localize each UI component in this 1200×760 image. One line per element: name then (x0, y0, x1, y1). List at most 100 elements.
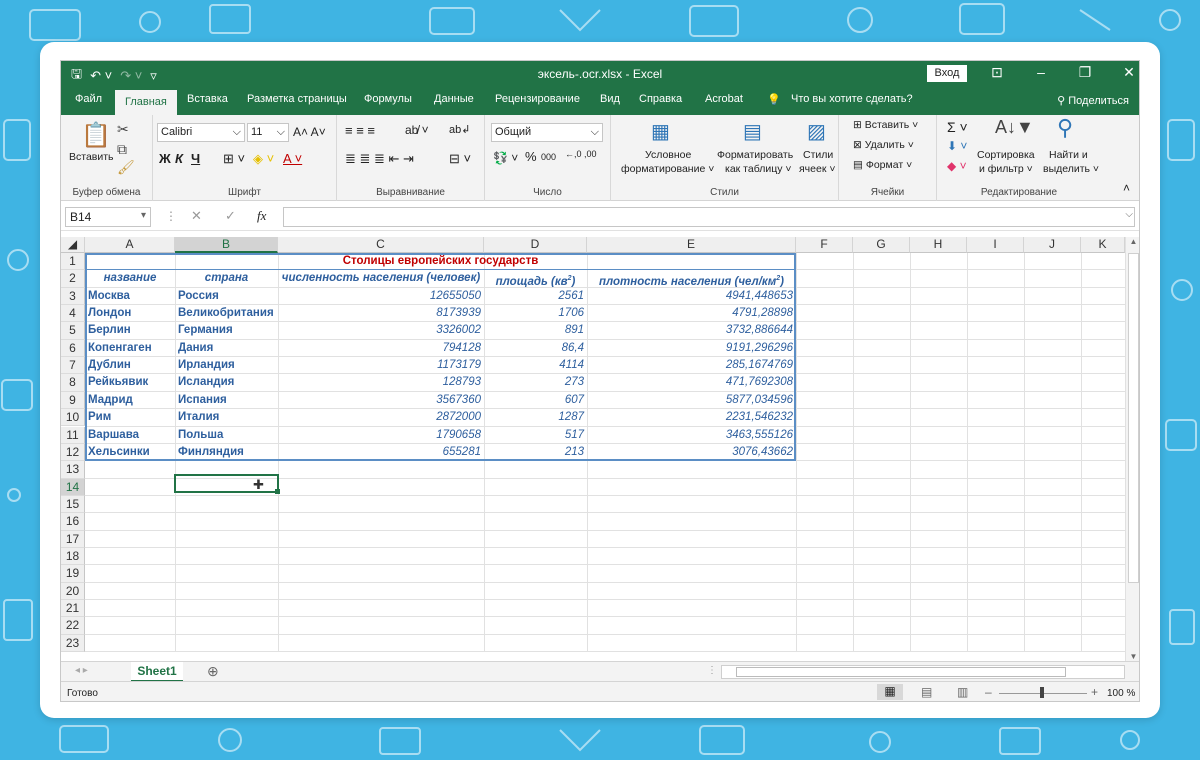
share-button[interactable]: ⚲ Поделиться (1057, 94, 1129, 107)
header-country[interactable]: страна (175, 270, 278, 287)
row-header[interactable]: 12 (61, 443, 85, 462)
h-scroll-thumb[interactable] (736, 667, 1066, 677)
formula-input[interactable] (283, 207, 1135, 227)
city-cell[interactable]: Варшава (85, 427, 175, 444)
format-table-line1[interactable]: Форматировать (717, 149, 793, 161)
fill-handle[interactable] (275, 489, 280, 494)
close-icon[interactable]: ✕ (1107, 64, 1139, 81)
merge-center-icon[interactable]: ⊟ ˅ (449, 151, 471, 167)
area-cell[interactable]: 517 (484, 427, 587, 444)
row-header[interactable]: 10 (61, 409, 85, 427)
density-cell[interactable]: 471,7692308 (587, 374, 796, 391)
row-header[interactable]: 5 (61, 322, 85, 340)
expand-formula-icon[interactable]: ⌵ (1125, 209, 1133, 220)
sheet-nav-icon[interactable]: ◂ ▸ (75, 665, 88, 676)
country-cell[interactable]: Ирландия (175, 357, 278, 374)
paste-icon[interactable]: 📋 (81, 121, 111, 150)
zoom-in-icon[interactable]: + (1091, 685, 1098, 699)
col-header-D[interactable]: D (484, 237, 587, 253)
autosum-button[interactable]: Σ ˅ (947, 119, 968, 135)
orientation-icon[interactable]: ab̸ ˅ (405, 123, 429, 137)
tell-me-input[interactable]: Что вы хотите сделать? (791, 93, 913, 105)
population-cell[interactable]: 2872000 (278, 409, 484, 426)
tab-page-layout[interactable]: Разметка страницы (247, 93, 347, 105)
percent-button[interactable]: % (525, 149, 537, 164)
col-header-A[interactable]: A (85, 237, 175, 253)
density-cell[interactable]: 4941,448653 (587, 288, 796, 305)
area-cell[interactable]: 1287 (484, 409, 587, 426)
restore-icon[interactable]: ❐ (1063, 64, 1107, 81)
vertical-scrollbar[interactable]: ▲ ▼ (1125, 237, 1139, 661)
fill-color-icon[interactable]: ◈ ˅ (253, 151, 274, 167)
population-cell[interactable]: 1173179 (278, 357, 484, 374)
page-layout-icon[interactable]: ▤ (921, 685, 932, 699)
population-cell[interactable]: 128793 (278, 374, 484, 391)
area-cell[interactable]: 86,4 (484, 340, 587, 357)
italic-button[interactable]: К (175, 151, 183, 166)
horizontal-scrollbar[interactable] (721, 665, 1125, 679)
population-cell[interactable]: 3567360 (278, 392, 484, 409)
row-header[interactable]: 14 (61, 478, 85, 496)
population-cell[interactable]: 1790658 (278, 427, 484, 444)
insert-function-button[interactable]: fx (257, 208, 266, 224)
row-header[interactable]: 1 (61, 253, 85, 271)
city-cell[interactable]: Лондон (85, 305, 175, 322)
row-header[interactable]: 8 (61, 374, 85, 392)
tab-data[interactable]: Данные (434, 93, 474, 105)
row-header[interactable]: 15 (61, 495, 85, 514)
cell-styles-line1[interactable]: Стили (803, 149, 833, 161)
density-cell[interactable]: 3732,886644 (587, 322, 796, 339)
clear-icon[interactable]: ◆ ˅ (947, 159, 967, 173)
header-population[interactable]: численность населения (человек) (278, 270, 484, 287)
city-cell[interactable]: Рим (85, 409, 175, 426)
font-size-combo[interactable]: 11 ⌵ (247, 123, 289, 142)
number-format-combo[interactable]: Общий ⌵ (491, 123, 603, 142)
page-break-icon[interactable]: ▥ (957, 685, 968, 699)
delete-cells-button[interactable]: ⊠ Удалить ˅ (853, 139, 914, 151)
country-cell[interactable]: Германия (175, 322, 278, 339)
increase-decimal-icon[interactable]: ←,0 ,00 (565, 149, 597, 159)
tab-insert[interactable]: Вставка (187, 93, 228, 105)
header-density[interactable]: плотность населения (чел/км2) (587, 270, 796, 287)
tab-home[interactable]: Главная (115, 90, 177, 115)
paste-button[interactable]: Вставить (69, 151, 114, 163)
population-cell[interactable]: 655281 (278, 444, 484, 461)
tab-review[interactable]: Рецензирование (495, 93, 580, 105)
zoom-out-icon[interactable]: – (985, 685, 992, 699)
format-cells-button[interactable]: ▤ Формат ˅ (853, 159, 912, 171)
scroll-up-icon[interactable]: ▲ (1126, 237, 1139, 246)
row-header[interactable]: 21 (61, 600, 85, 618)
table-title[interactable]: Столицы европейских государств (85, 253, 796, 270)
format-table-line2[interactable]: как таблицу ˅ (725, 163, 792, 175)
find-select-line1[interactable]: Найти и (1049, 149, 1088, 161)
borders-icon[interactable]: ⊞ ˅ (223, 151, 245, 167)
find-select-line2[interactable]: выделить ˅ (1043, 163, 1099, 175)
density-cell[interactable]: 3076,43662 (587, 444, 796, 461)
font-name-combo[interactable]: Calibri ⌵ (157, 123, 245, 142)
row-header[interactable]: 23 (61, 634, 85, 653)
grow-font-icon[interactable]: A˄ A˅ (293, 125, 326, 139)
city-cell[interactable]: Рейкьявик (85, 374, 175, 391)
country-cell[interactable]: Польша (175, 427, 278, 444)
population-cell[interactable]: 794128 (278, 340, 484, 357)
row-header[interactable]: 17 (61, 530, 85, 548)
area-cell[interactable]: 607 (484, 392, 587, 409)
cancel-icon[interactable]: ✕ (191, 208, 202, 224)
area-cell[interactable]: 273 (484, 374, 587, 391)
add-sheet-icon[interactable]: ⊕ (207, 663, 219, 680)
cell-styles-line2[interactable]: ячеек ˅ (799, 163, 835, 175)
col-header-G[interactable]: G (853, 237, 910, 253)
enter-icon[interactable]: ✓ (225, 208, 236, 224)
cut-icon[interactable]: ✂ (117, 121, 129, 138)
font-color-icon[interactable]: A ˅ (283, 151, 302, 166)
scroll-thumb[interactable] (1128, 253, 1139, 583)
zoom-level[interactable]: 100 % (1107, 688, 1135, 699)
density-cell[interactable]: 9191,296296 (587, 340, 796, 357)
city-cell[interactable]: Москва (85, 288, 175, 305)
col-header-F[interactable]: F (796, 237, 853, 253)
normal-view-icon[interactable]: ▦ (877, 684, 903, 700)
col-header-J[interactable]: J (1024, 237, 1081, 253)
header-name[interactable]: название (85, 270, 175, 287)
tab-acrobat[interactable]: Acrobat (705, 93, 743, 105)
population-cell[interactable]: 3326002 (278, 322, 484, 339)
